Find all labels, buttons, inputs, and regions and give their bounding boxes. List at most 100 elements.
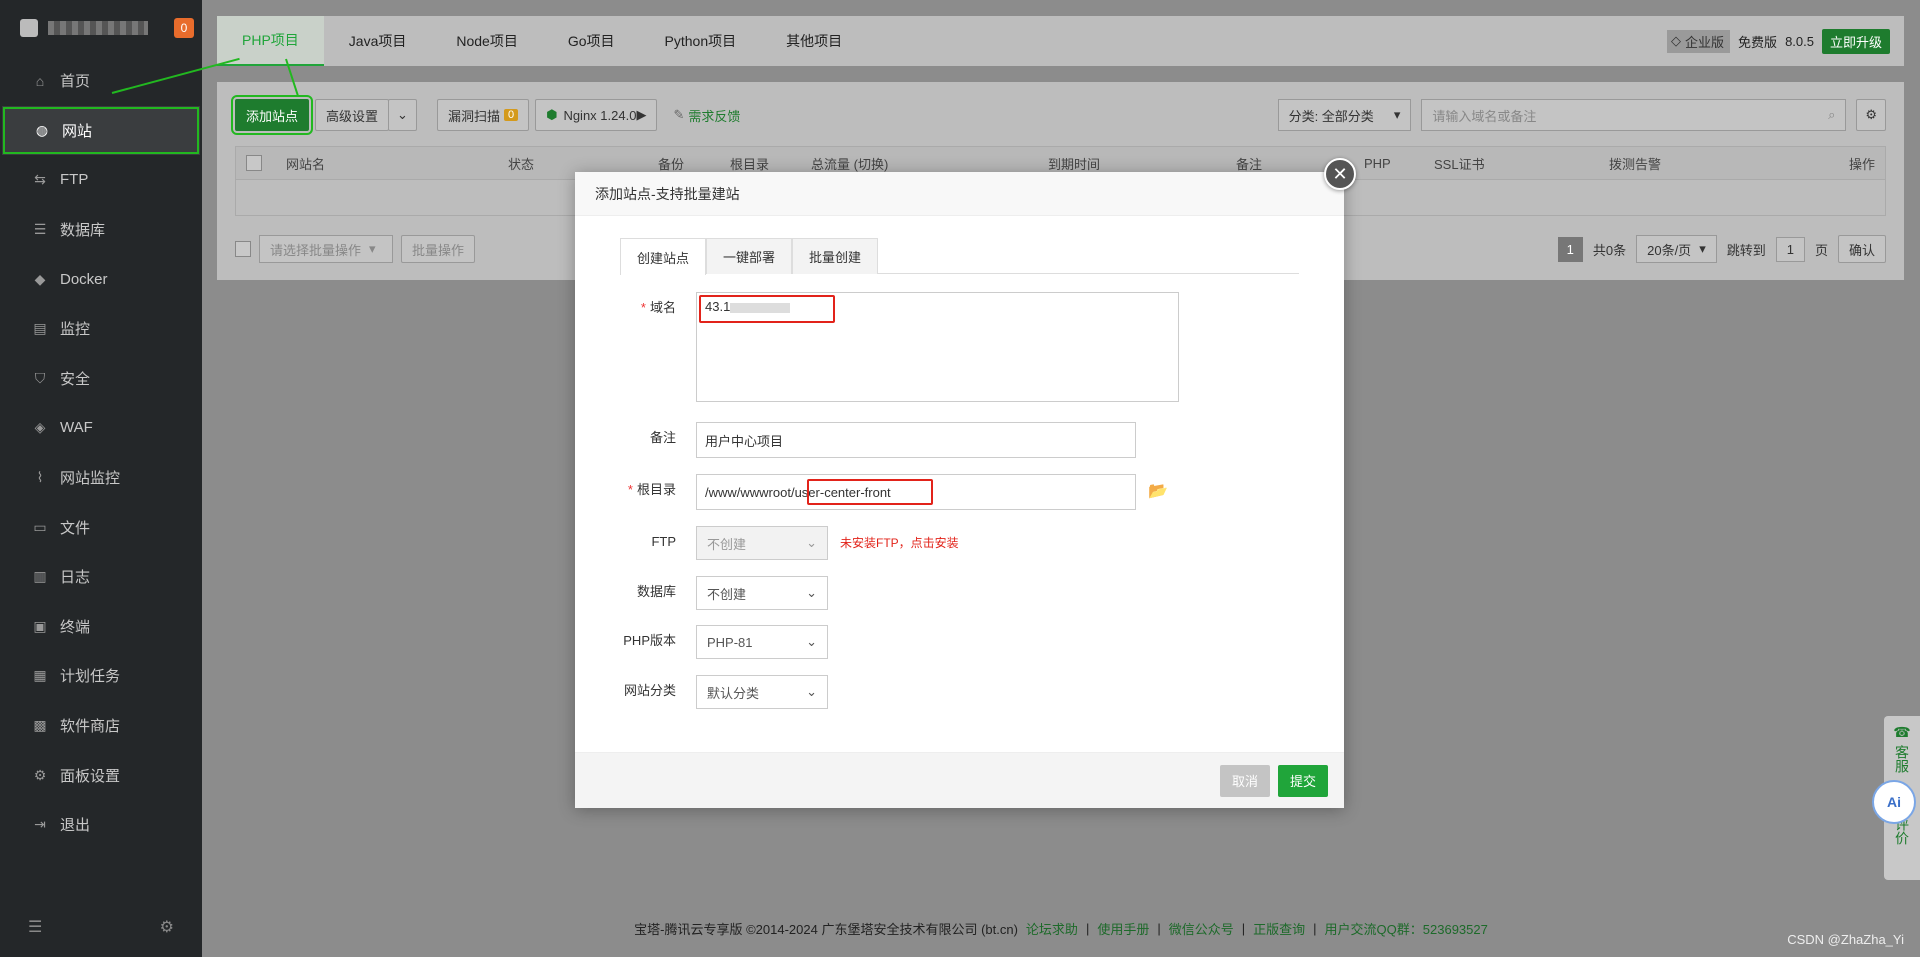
feedback-label: 需求反馈 bbox=[688, 108, 741, 124]
tab-other[interactable]: 其他项目 bbox=[761, 16, 867, 66]
close-icon[interactable]: ✕ bbox=[1324, 158, 1356, 190]
sidebar-item-label: 文件 bbox=[60, 519, 91, 537]
footer-link-wechat[interactable]: 微信公众号 bbox=[1169, 919, 1234, 938]
notification-badge[interactable]: 0 bbox=[174, 18, 194, 38]
ftp-icon: ⇆ bbox=[34, 171, 46, 188]
col-status[interactable]: 状态 bbox=[508, 154, 534, 173]
ftp-install-link[interactable]: 未安装FTP，点击安装 bbox=[840, 526, 959, 560]
root-label: * 根目录 bbox=[627, 482, 676, 497]
sidebar-item-1[interactable]: ◍ 网站 bbox=[2, 105, 200, 156]
tab-batch-create[interactable]: 批量创建 bbox=[792, 238, 879, 274]
per-page-select[interactable]: 20条/页 ▾ bbox=[1636, 235, 1717, 263]
folder-icon: ▭ bbox=[33, 518, 47, 535]
batch-action-button[interactable]: 批量操作 bbox=[401, 235, 476, 263]
feedback-link[interactable]: ✎ 需求反馈 bbox=[673, 106, 740, 125]
col-traffic[interactable]: 总流量 (切换) bbox=[811, 154, 888, 173]
footer-link-qq[interactable]: 用户交流QQ群：523693527 bbox=[1325, 919, 1488, 938]
add-site-button[interactable]: 添加站点 bbox=[230, 95, 314, 135]
jump-confirm-button[interactable]: 确认 bbox=[1837, 235, 1886, 263]
vuln-scan-button[interactable]: 漏洞扫描 0 bbox=[436, 99, 530, 131]
chart-icon: ⌇ bbox=[36, 469, 44, 486]
sidebar-item-9[interactable]: ▭ 文件 bbox=[0, 502, 202, 552]
batch-placeholder: 请选择批量操作 bbox=[270, 242, 362, 258]
ai-assistant-button[interactable]: Ai bbox=[1872, 780, 1916, 824]
sidebar-item-14[interactable]: ⚙ 面板设置 bbox=[0, 750, 202, 800]
sidebar-item-label: FTP bbox=[60, 171, 89, 189]
sidebar-item-3[interactable]: ☰ 数据库 bbox=[0, 205, 202, 255]
watermark: CSDN @ZhaZha_Yi bbox=[1787, 932, 1904, 947]
footer-link-manual[interactable]: 使用手册 bbox=[1097, 919, 1149, 938]
sidebar-item-8[interactable]: ⌇ 网站监控 bbox=[0, 453, 202, 503]
batch-checkbox[interactable] bbox=[235, 241, 251, 257]
folder-open-icon[interactable]: 📂 bbox=[1148, 474, 1168, 510]
enterprise-badge[interactable]: ◇ 企业版 bbox=[1667, 29, 1731, 53]
free-label: 免费版 bbox=[1738, 34, 1778, 50]
pagination: 1 共0条 20条/页 ▾ 跳转到 1 页 确认 bbox=[1557, 235, 1886, 263]
php-label: PHP版本 bbox=[623, 633, 676, 648]
search-input[interactable]: 请输入域名或备注 ⌕ bbox=[1421, 99, 1847, 131]
batch-select[interactable]: 请选择批量操作 ▾ bbox=[259, 235, 393, 263]
database-row: 数据库 不创建 ⌄ bbox=[575, 576, 828, 610]
sidebar-item-2[interactable]: ⇆ FTP bbox=[0, 155, 202, 205]
sidebar-item-12[interactable]: ▦ 计划任务 bbox=[0, 651, 202, 701]
settings-gear-icon[interactable]: ⚙ bbox=[160, 917, 174, 937]
search-icon[interactable]: ⌕ bbox=[1828, 107, 1835, 123]
jump-input[interactable]: 1 bbox=[1775, 236, 1805, 262]
sidebar-item-5[interactable]: ▤ 监控 bbox=[0, 304, 202, 354]
site-category-select[interactable]: 默认分类 ⌄ bbox=[696, 675, 828, 709]
tab-go[interactable]: Go项目 bbox=[543, 16, 640, 66]
sidebar-item-0[interactable]: ⌂ 首页 bbox=[0, 56, 202, 106]
select-all-checkbox[interactable] bbox=[246, 155, 262, 171]
tab-create-site[interactable]: 创建站点 bbox=[620, 238, 707, 275]
database-select[interactable]: 不创建 ⌄ bbox=[696, 576, 828, 610]
remark-input[interactable]: 用户中心项目 bbox=[696, 422, 1136, 458]
shield-icon: ⛉ bbox=[34, 369, 46, 386]
footer-link-forum[interactable]: 论坛求助 bbox=[1026, 919, 1078, 938]
vuln-count-badge: 0 bbox=[503, 109, 519, 121]
sidebar-item-label: 计划任务 bbox=[60, 668, 121, 686]
root-input[interactable]: /www/wwwroot/user-center-front bbox=[696, 474, 1136, 510]
php-version-select[interactable]: PHP-81 ⌄ bbox=[696, 625, 828, 659]
tab-java[interactable]: Java项目 bbox=[324, 16, 432, 66]
version-label: 8.0.5 bbox=[1785, 33, 1814, 49]
sidebar-item-15[interactable]: ⇥ 退出 bbox=[0, 800, 202, 850]
dialog-footer: 取消 提交 bbox=[575, 752, 1344, 808]
search-placeholder: 请输入域名或备注 bbox=[1432, 108, 1537, 124]
category-select[interactable]: 分类: 全部分类 ▾ bbox=[1277, 99, 1412, 131]
footer-link-license[interactable]: 正版查询 bbox=[1253, 919, 1305, 938]
col-remark: 备注 bbox=[1236, 156, 1263, 172]
category-label: 网站分类 bbox=[623, 683, 676, 698]
advanced-dropdown-button[interactable]: ⌄ bbox=[388, 99, 417, 131]
domain-textarea[interactable]: 43.1 bbox=[696, 292, 1179, 402]
sidebar-item-6[interactable]: ⛉ 安全 bbox=[0, 354, 202, 404]
sidebar-item-label: 网站 bbox=[62, 122, 93, 140]
sidebar-item-11[interactable]: ▣ 终端 bbox=[0, 602, 202, 652]
log-icon: ▥ bbox=[33, 568, 47, 585]
ftp-select[interactable]: 不创建 ⌄ bbox=[696, 526, 828, 560]
page-current[interactable]: 1 bbox=[1557, 236, 1583, 262]
sidebar-item-label: 面板设置 bbox=[60, 767, 121, 785]
footer-copyright: 宝塔-腾讯云专享版 ©2014-2024 广东堡塔安全技术有限公司 (bt.cn… bbox=[634, 922, 1018, 937]
tab-python[interactable]: Python项目 bbox=[640, 16, 762, 66]
sidebar-item-10[interactable]: ▥ 日志 bbox=[0, 552, 202, 602]
table-settings-button[interactable]: ⚙ bbox=[1856, 99, 1886, 131]
advanced-settings-button[interactable]: 高级设置 bbox=[315, 99, 390, 131]
nginx-button[interactable]: ⬢ Nginx 1.24.0 ▶ bbox=[535, 99, 658, 131]
sidebar-item-13[interactable]: ▩ 软件商店 bbox=[0, 701, 202, 751]
tab-one-click-deploy[interactable]: 一键部署 bbox=[706, 238, 793, 274]
col-site-name[interactable]: 网站名 bbox=[286, 154, 325, 173]
cancel-button[interactable]: 取消 bbox=[1219, 764, 1270, 797]
upgrade-button[interactable]: 立即升级 bbox=[1821, 28, 1890, 54]
sidebar-item-4[interactable]: ◆ Docker bbox=[0, 254, 202, 304]
service-label[interactable]: 客服 bbox=[1892, 745, 1912, 773]
domain-label: * 域名 bbox=[640, 300, 676, 315]
domain-row: * 域名 43.1 bbox=[575, 292, 1179, 402]
col-expire[interactable]: 到期时间 bbox=[1048, 154, 1100, 173]
tab-node[interactable]: Node项目 bbox=[431, 16, 542, 66]
sidebar-item-7[interactable]: ◈ WAF bbox=[0, 403, 202, 453]
nginx-icon: ⬢ bbox=[546, 107, 558, 122]
submit-button[interactable]: 提交 bbox=[1277, 764, 1328, 797]
waf-icon: ◈ bbox=[34, 419, 46, 436]
divider: | bbox=[1157, 921, 1161, 936]
collapse-icon[interactable]: ☰ bbox=[28, 917, 42, 937]
